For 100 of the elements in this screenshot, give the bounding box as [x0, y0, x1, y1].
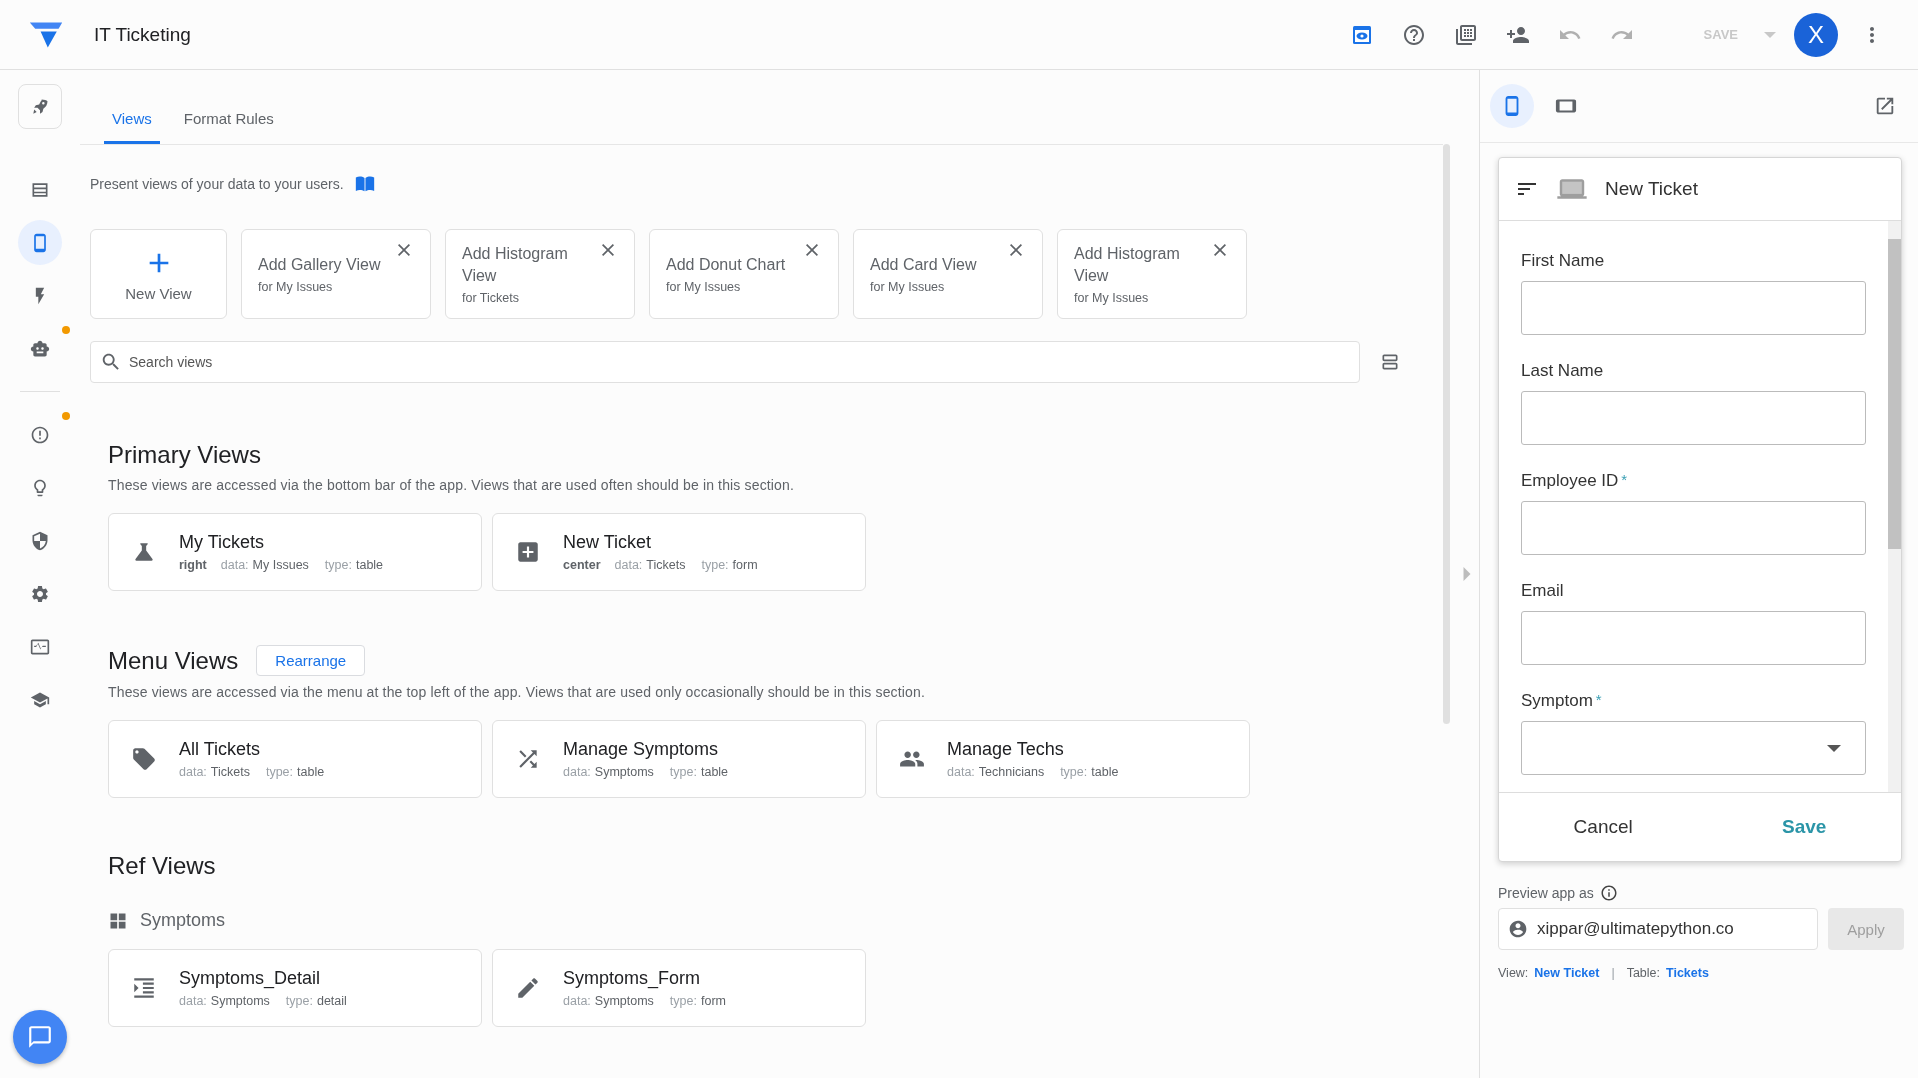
view-label: View:	[1498, 966, 1529, 980]
suggestion-card[interactable]: Add Gallery View for My Issues	[241, 229, 431, 319]
data-value: Tickets	[646, 558, 686, 572]
data-label: data:	[614, 558, 643, 572]
view-card[interactable]: New Ticket center data: Tickets type: form	[492, 513, 866, 591]
chat-button[interactable]	[13, 1010, 67, 1064]
avatar[interactable]: X	[1794, 12, 1838, 57]
caret-icon	[1827, 744, 1841, 752]
data-label: data:	[563, 765, 591, 779]
preview-as-label: Preview app as	[1498, 885, 1594, 901]
close-icon[interactable]	[398, 244, 410, 256]
scrollbar[interactable]	[1888, 221, 1901, 792]
field-label: Last Name	[1521, 361, 1604, 381]
rearrange-button[interactable]: Rearrange	[256, 645, 366, 676]
scrollbar[interactable]	[1443, 144, 1450, 724]
view-name: Manage Symptoms	[563, 739, 720, 760]
type-value: table	[297, 765, 325, 779]
section-title: Ref Views	[108, 852, 216, 880]
type-value: table	[700, 765, 729, 779]
chat-icon	[27, 1024, 53, 1050]
suggestion-title: Add Histogram View	[1074, 244, 1181, 286]
suggestion-subtitle: for My Issues	[1074, 291, 1150, 305]
info-icon[interactable]	[1599, 884, 1618, 902]
type-label: type:	[265, 765, 294, 779]
data-label: data:	[563, 994, 591, 1008]
table-link[interactable]: Tickets	[1666, 966, 1709, 980]
phone-icon[interactable]	[18, 220, 62, 265]
form-title: New Ticket	[1605, 178, 1698, 200]
suggestion-subtitle: for My Issues	[870, 280, 946, 294]
view-name: My Tickets	[179, 532, 265, 553]
data-label: data:	[179, 994, 207, 1008]
separator: |	[1611, 966, 1615, 980]
data-value: Symptoms	[594, 994, 654, 1008]
view-card[interactable]: All Tickets data: Tickets type: table	[108, 720, 482, 798]
data-label: data:	[947, 765, 975, 779]
section-description: These views are accessed via the menu at the top left of the app. Views that are used only occasionally should be in this section.	[108, 684, 926, 700]
section-title: Menu Views	[108, 646, 239, 675]
tag-icon	[131, 746, 157, 772]
view-name: All Tickets	[179, 739, 262, 760]
input-field[interactable]	[1521, 281, 1866, 335]
field-label: Symptom	[1521, 691, 1593, 711]
suggestion-card[interactable]: Add Card View for My Issues	[853, 229, 1043, 319]
view-card[interactable]: Symptoms_Detail data: Symptoms type: detail	[108, 949, 482, 1027]
suggestion-subtitle: for Tickets	[462, 291, 520, 305]
search-field[interactable]: Search views	[90, 341, 1360, 383]
email-field[interactable]: xippar@ultimatepython.co	[1498, 908, 1818, 950]
close-icon[interactable]	[806, 244, 818, 256]
type-label: type:	[669, 765, 697, 779]
input-field[interactable]	[1521, 391, 1866, 445]
data-label: data:	[179, 765, 207, 779]
intro-text: Present views of your data to your users.	[90, 176, 344, 192]
save-button[interactable]: Save	[1782, 816, 1827, 838]
view-name: New Ticket	[563, 532, 653, 553]
new-view-button[interactable]: New View	[90, 229, 227, 319]
account-icon	[1508, 919, 1528, 939]
required-mark: *	[1595, 691, 1602, 708]
laptop-icon	[1557, 178, 1587, 200]
close-icon[interactable]	[1214, 244, 1226, 256]
type-value: table	[1091, 765, 1119, 779]
suggestion-card[interactable]: Add Histogram View for My Issues	[1057, 229, 1247, 319]
view-card[interactable]: Symptoms_Form data: Symptoms type: form	[492, 949, 866, 1027]
view-position: right	[179, 558, 207, 572]
search-icon	[100, 351, 122, 373]
input-field[interactable]	[1521, 611, 1866, 665]
close-icon[interactable]	[1010, 244, 1022, 256]
input-field[interactable]	[1521, 501, 1866, 555]
section-title: Primary Views	[108, 441, 261, 469]
view-toggle-icon[interactable]	[1380, 352, 1400, 372]
field-label: Email	[1521, 581, 1564, 601]
cancel-button[interactable]: Cancel	[1573, 816, 1633, 838]
type-value: table	[355, 558, 384, 572]
view-link[interactable]: New Ticket	[1534, 966, 1600, 980]
view-name: Symptoms_Form	[563, 968, 702, 989]
suggestion-subtitle: for My Issues	[666, 280, 742, 294]
view-card[interactable]: My Tickets right data: My Issues type: table	[108, 513, 482, 591]
view-position: center	[563, 558, 601, 572]
rocket-icon[interactable]	[18, 84, 62, 129]
suggestion-title: Add Donut Chart	[666, 255, 787, 275]
suggestion-card[interactable]: Add Donut Chart for My Issues	[649, 229, 839, 319]
data-value: Symptoms	[594, 765, 654, 779]
tab[interactable]: Views	[104, 110, 160, 144]
suggestion-card[interactable]: Add Histogram View for Tickets	[445, 229, 635, 319]
close-icon[interactable]	[602, 244, 614, 256]
app-title: IT Ticketing	[94, 23, 191, 46]
required-mark: *	[1621, 471, 1628, 488]
logo-icon	[28, 19, 64, 50]
data-label: data:	[220, 558, 249, 572]
field-label: First Name	[1521, 251, 1605, 271]
phone-icon[interactable]	[1490, 84, 1534, 128]
data-value: My Issues	[252, 558, 309, 572]
suggestion-title: Add Histogram View	[462, 244, 569, 286]
dropdown-field[interactable]	[1521, 721, 1866, 775]
tab[interactable]: Format Rules	[175, 110, 282, 144]
suggestion-title: Add Card View	[870, 255, 978, 275]
open-external-icon[interactable]	[1874, 95, 1896, 117]
view-card[interactable]: Manage Techs data: Technicians type: table	[876, 720, 1250, 798]
edit-icon	[515, 975, 541, 1001]
view-card[interactable]: Manage Symptoms data: Symptoms type: table	[492, 720, 866, 798]
section-description: These views are accessed via the bottom bar of the app. Views that are used often should be in this section.	[108, 477, 795, 493]
view-name: Manage Techs	[947, 739, 1065, 760]
